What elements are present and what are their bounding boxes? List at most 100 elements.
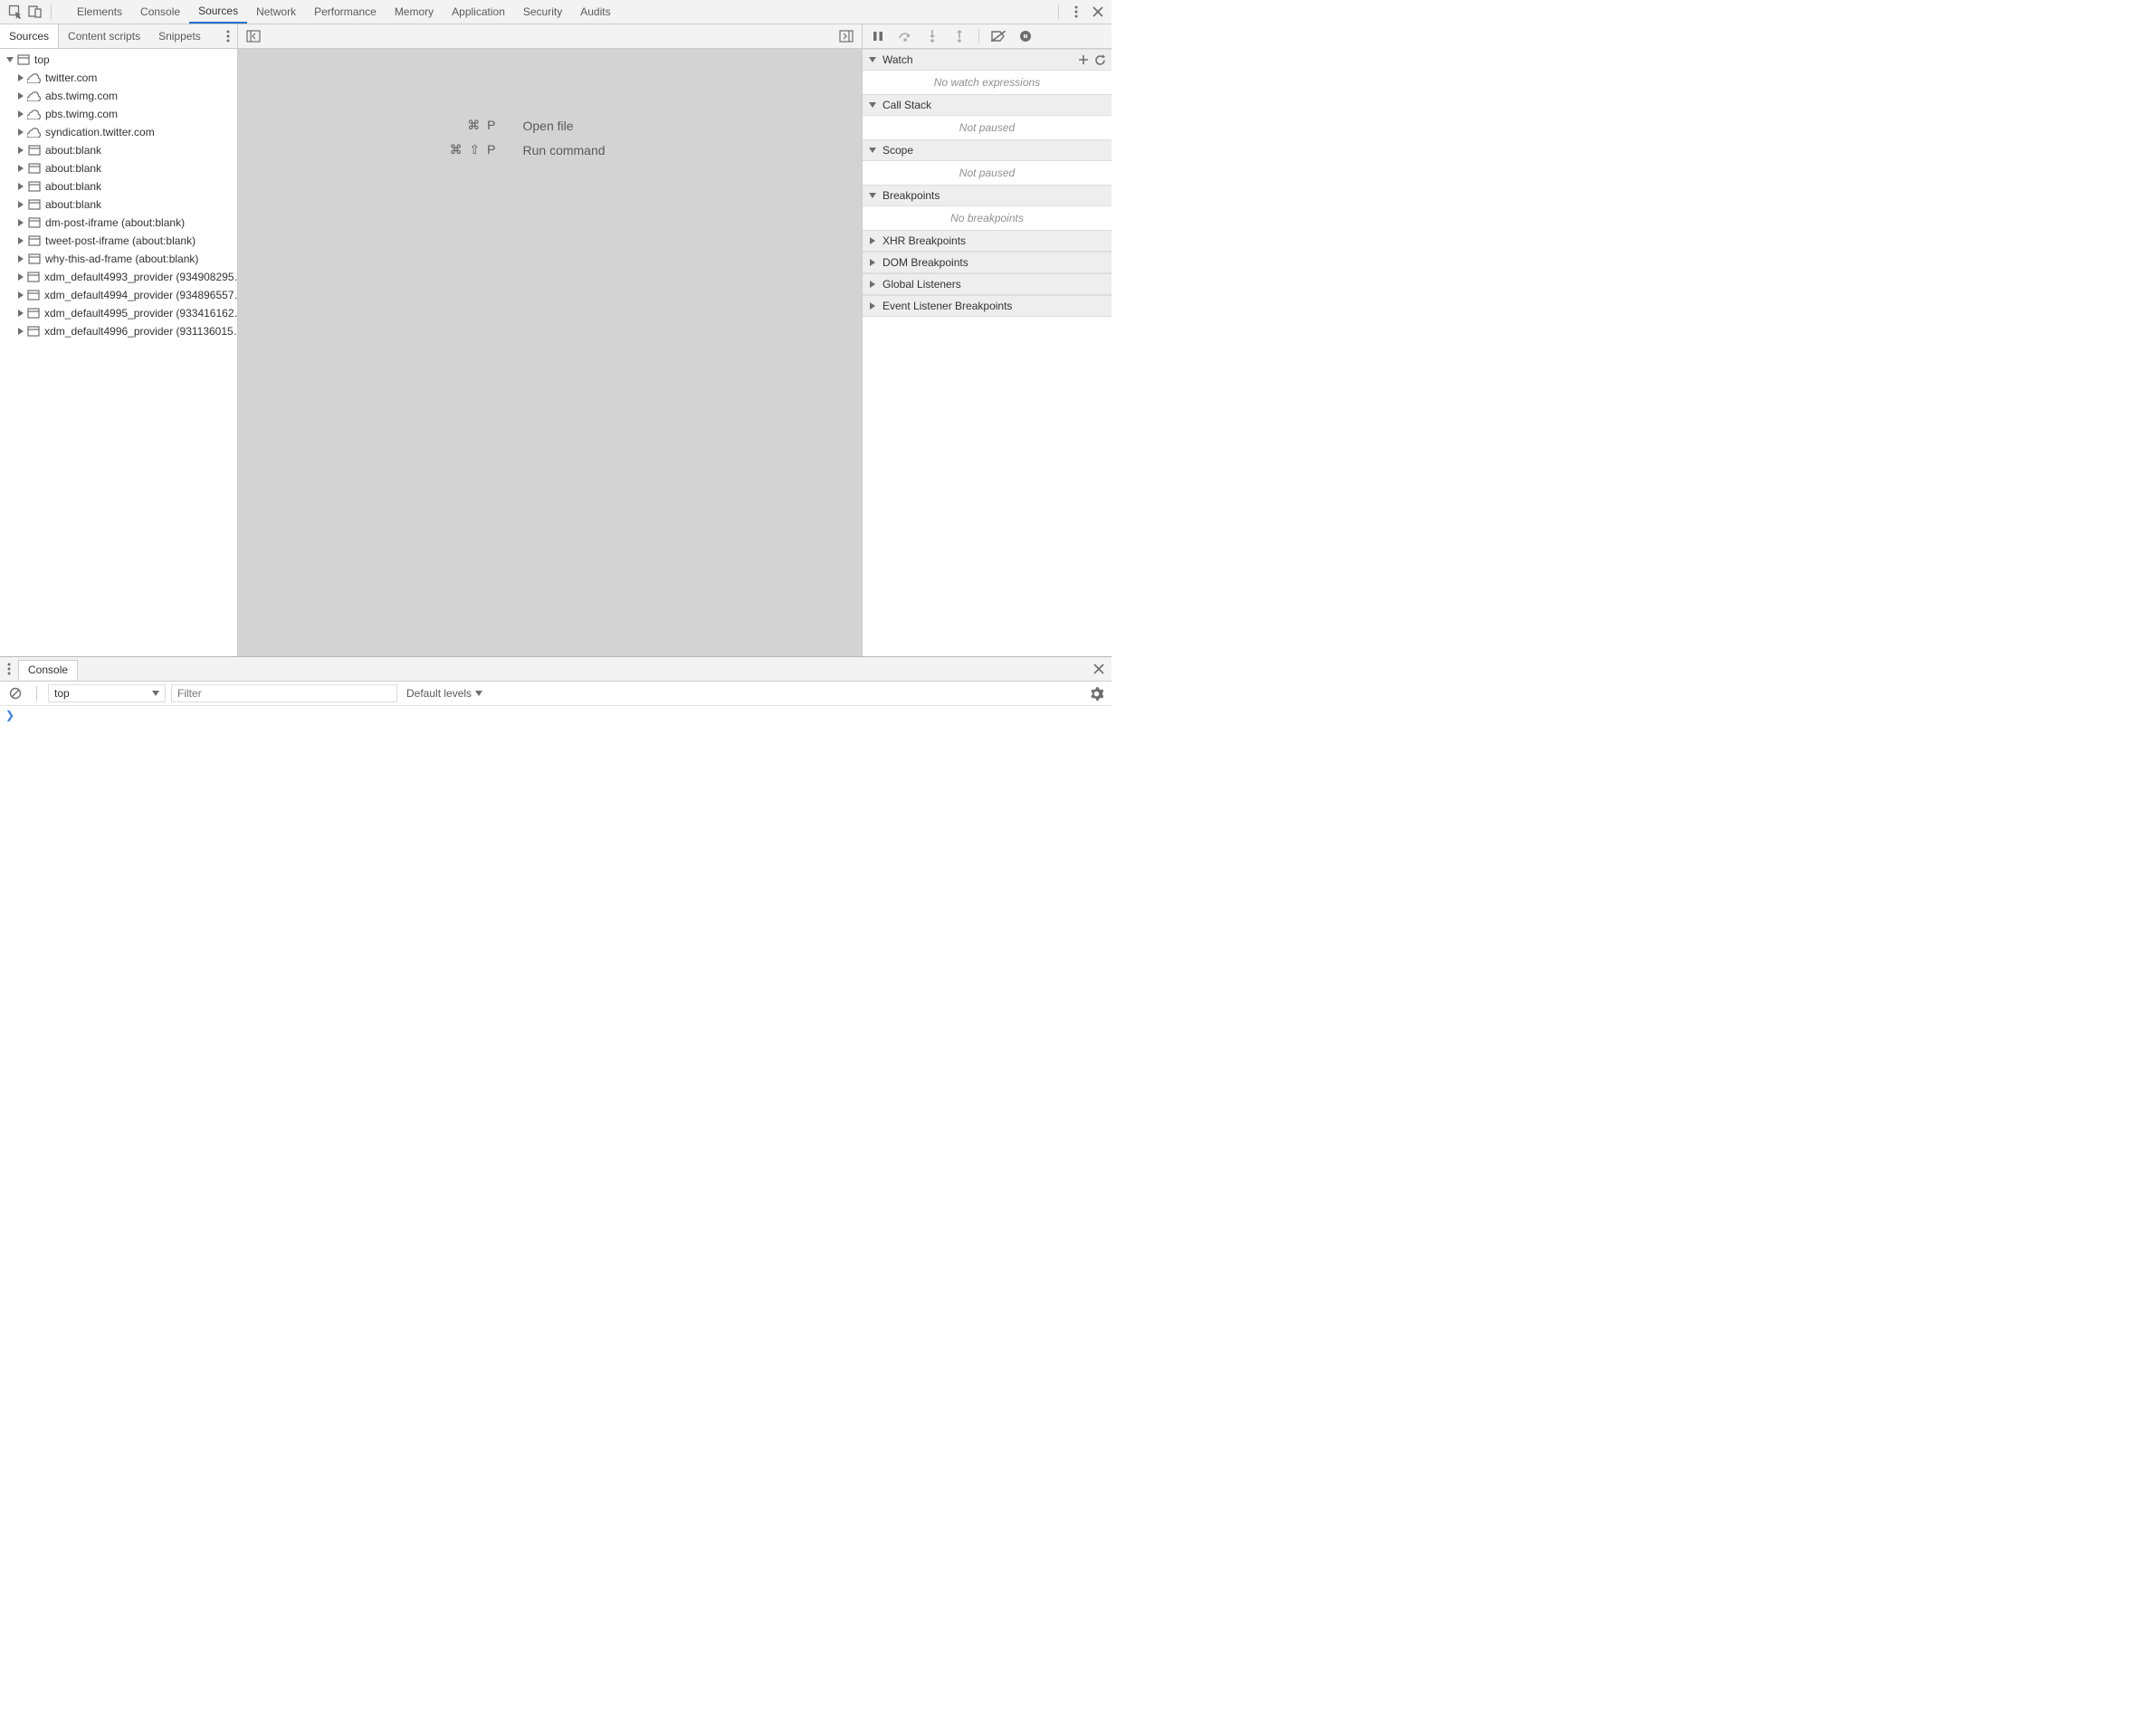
more-options-icon[interactable]	[1066, 2, 1086, 22]
navigator-tab-snippets[interactable]: Snippets	[149, 24, 210, 48]
disclosure-right-icon[interactable]	[16, 73, 25, 82]
panel-tab-audits[interactable]: Audits	[571, 0, 619, 24]
toggle-debugger-icon[interactable]	[836, 26, 856, 46]
tree-item[interactable]: about:blank	[0, 141, 237, 159]
frame-icon	[27, 271, 41, 283]
panel-tabs: ElementsConsoleSourcesNetworkPerformance…	[68, 0, 620, 24]
disclosure-right-icon[interactable]	[16, 146, 25, 155]
tree-item[interactable]: twitter.com	[0, 69, 237, 87]
panel-tab-sources[interactable]: Sources	[189, 0, 247, 24]
inspect-element-icon[interactable]	[5, 2, 25, 22]
tree-item[interactable]: about:blank	[0, 159, 237, 177]
context-label: top	[54, 687, 70, 700]
tree-item[interactable]: xdm_default4995_provider (933416162…	[0, 304, 237, 322]
step-out-icon[interactable]	[949, 26, 969, 46]
clear-console-icon[interactable]	[5, 683, 25, 703]
editor-area: ⌘ P Open file ⌘ ⇧ P Run command	[238, 24, 862, 656]
tree-item[interactable]: abs.twimg.com	[0, 87, 237, 105]
add-watch-icon[interactable]	[1078, 54, 1089, 66]
close-devtools-icon[interactable]	[1088, 2, 1108, 22]
console-drawer-tab[interactable]: Console	[18, 660, 78, 680]
navigator-more-icon[interactable]	[219, 30, 237, 43]
frame-icon	[27, 198, 42, 211]
separator	[51, 5, 52, 19]
callstack-section-header[interactable]: Call Stack	[863, 94, 1111, 116]
frame-icon	[27, 180, 42, 193]
log-levels-selector[interactable]: Default levels	[406, 687, 482, 700]
tree-item[interactable]: tweet-post-iframe (about:blank)	[0, 232, 237, 250]
panel-tab-application[interactable]: Application	[443, 0, 514, 24]
disclosure-right-icon[interactable]	[16, 272, 25, 282]
tree-item[interactable]: syndication.twitter.com	[0, 123, 237, 141]
frame-icon	[27, 162, 42, 175]
cloud-icon	[27, 72, 42, 84]
tree-item[interactable]: xdm_default4996_provider (931136015…	[0, 322, 237, 340]
disclosure-right-icon[interactable]	[16, 327, 25, 336]
disclosure-down-icon	[868, 191, 877, 200]
panel-tab-network[interactable]: Network	[247, 0, 305, 24]
console-settings-icon[interactable]	[1086, 683, 1106, 703]
panel-tab-performance[interactable]: Performance	[305, 0, 386, 24]
event-listener-breakpoints-header[interactable]: Event Listener Breakpoints	[863, 295, 1111, 317]
disclosure-right-icon[interactable]	[16, 200, 25, 209]
panel-tab-security[interactable]: Security	[514, 0, 571, 24]
tree-item-label: twitter.com	[45, 72, 97, 84]
tree-item[interactable]: xdm_default4994_provider (934896557…	[0, 286, 237, 304]
separator	[1058, 5, 1059, 19]
disclosure-right-icon[interactable]	[16, 218, 25, 227]
disclosure-right-icon[interactable]	[16, 128, 25, 137]
watch-section-header[interactable]: Watch	[863, 49, 1111, 71]
disclosure-down-icon[interactable]	[5, 55, 14, 64]
step-over-icon[interactable]	[895, 26, 915, 46]
disclosure-right-icon[interactable]	[16, 236, 25, 245]
tree-item[interactable]: pbs.twimg.com	[0, 105, 237, 123]
deactivate-breakpoints-icon[interactable]	[988, 26, 1008, 46]
drawer-more-icon[interactable]	[0, 663, 18, 675]
refresh-watch-icon[interactable]	[1094, 54, 1106, 66]
file-tree[interactable]: top twitter.com abs.twimg.com pbs.twimg.co…	[0, 49, 237, 656]
disclosure-right-icon[interactable]	[16, 182, 25, 191]
panel-tab-memory[interactable]: Memory	[386, 0, 443, 24]
pause-icon[interactable]	[868, 26, 888, 46]
xhr-breakpoints-header[interactable]: XHR Breakpoints	[863, 230, 1111, 252]
disclosure-right-icon[interactable]	[16, 309, 25, 318]
disclosure-right-icon[interactable]	[16, 110, 25, 119]
disclosure-right-icon[interactable]	[16, 254, 25, 263]
tree-item-label: xdm_default4996_provider (931136015…	[44, 325, 237, 338]
tree-item-label: about:blank	[45, 162, 101, 175]
scope-section-header[interactable]: Scope	[863, 139, 1111, 161]
console-prompt[interactable]: ❯	[0, 706, 1111, 724]
disclosure-right-icon[interactable]	[16, 291, 25, 300]
dom-breakpoints-header[interactable]: DOM Breakpoints	[863, 252, 1111, 273]
toggle-navigator-icon[interactable]	[243, 26, 263, 46]
tree-item[interactable]: about:blank	[0, 177, 237, 196]
frame-icon	[27, 253, 42, 265]
pause-on-exceptions-icon[interactable]	[1016, 26, 1035, 46]
tree-item-label: why-this-ad-frame (about:blank)	[45, 253, 198, 265]
panel-tab-elements[interactable]: Elements	[68, 0, 131, 24]
breakpoints-section-header[interactable]: Breakpoints	[863, 185, 1111, 206]
console-filter-input[interactable]	[171, 684, 397, 702]
global-listeners-header[interactable]: Global Listeners	[863, 273, 1111, 295]
tree-item[interactable]: why-this-ad-frame (about:blank)	[0, 250, 237, 268]
disclosure-right-icon[interactable]	[16, 164, 25, 173]
navigator-tab-content-scripts[interactable]: Content scripts	[59, 24, 149, 48]
levels-label: Default levels	[406, 687, 472, 700]
sources-navigator: SourcesContent scriptsSnippets top twitt…	[0, 24, 238, 656]
step-into-icon[interactable]	[922, 26, 942, 46]
section-title: Global Listeners	[882, 278, 1106, 291]
close-drawer-icon[interactable]	[1086, 663, 1111, 674]
tree-item[interactable]: xdm_default4993_provider (934908295…	[0, 268, 237, 286]
panel-tab-console[interactable]: Console	[131, 0, 189, 24]
tree-item-label: pbs.twimg.com	[45, 108, 118, 120]
navigator-tab-sources[interactable]: Sources	[0, 24, 59, 48]
disclosure-right-icon[interactable]	[16, 91, 25, 100]
frame-icon	[27, 216, 42, 229]
tree-item[interactable]: about:blank	[0, 196, 237, 214]
tree-item[interactable]: dm-post-iframe (about:blank)	[0, 214, 237, 232]
context-selector[interactable]: top	[48, 684, 166, 702]
console-toolbar: top Default levels	[0, 682, 1111, 706]
drawer-header: Console	[0, 657, 1111, 682]
tree-root[interactable]: top	[0, 51, 237, 69]
device-toolbar-icon[interactable]	[25, 2, 45, 22]
